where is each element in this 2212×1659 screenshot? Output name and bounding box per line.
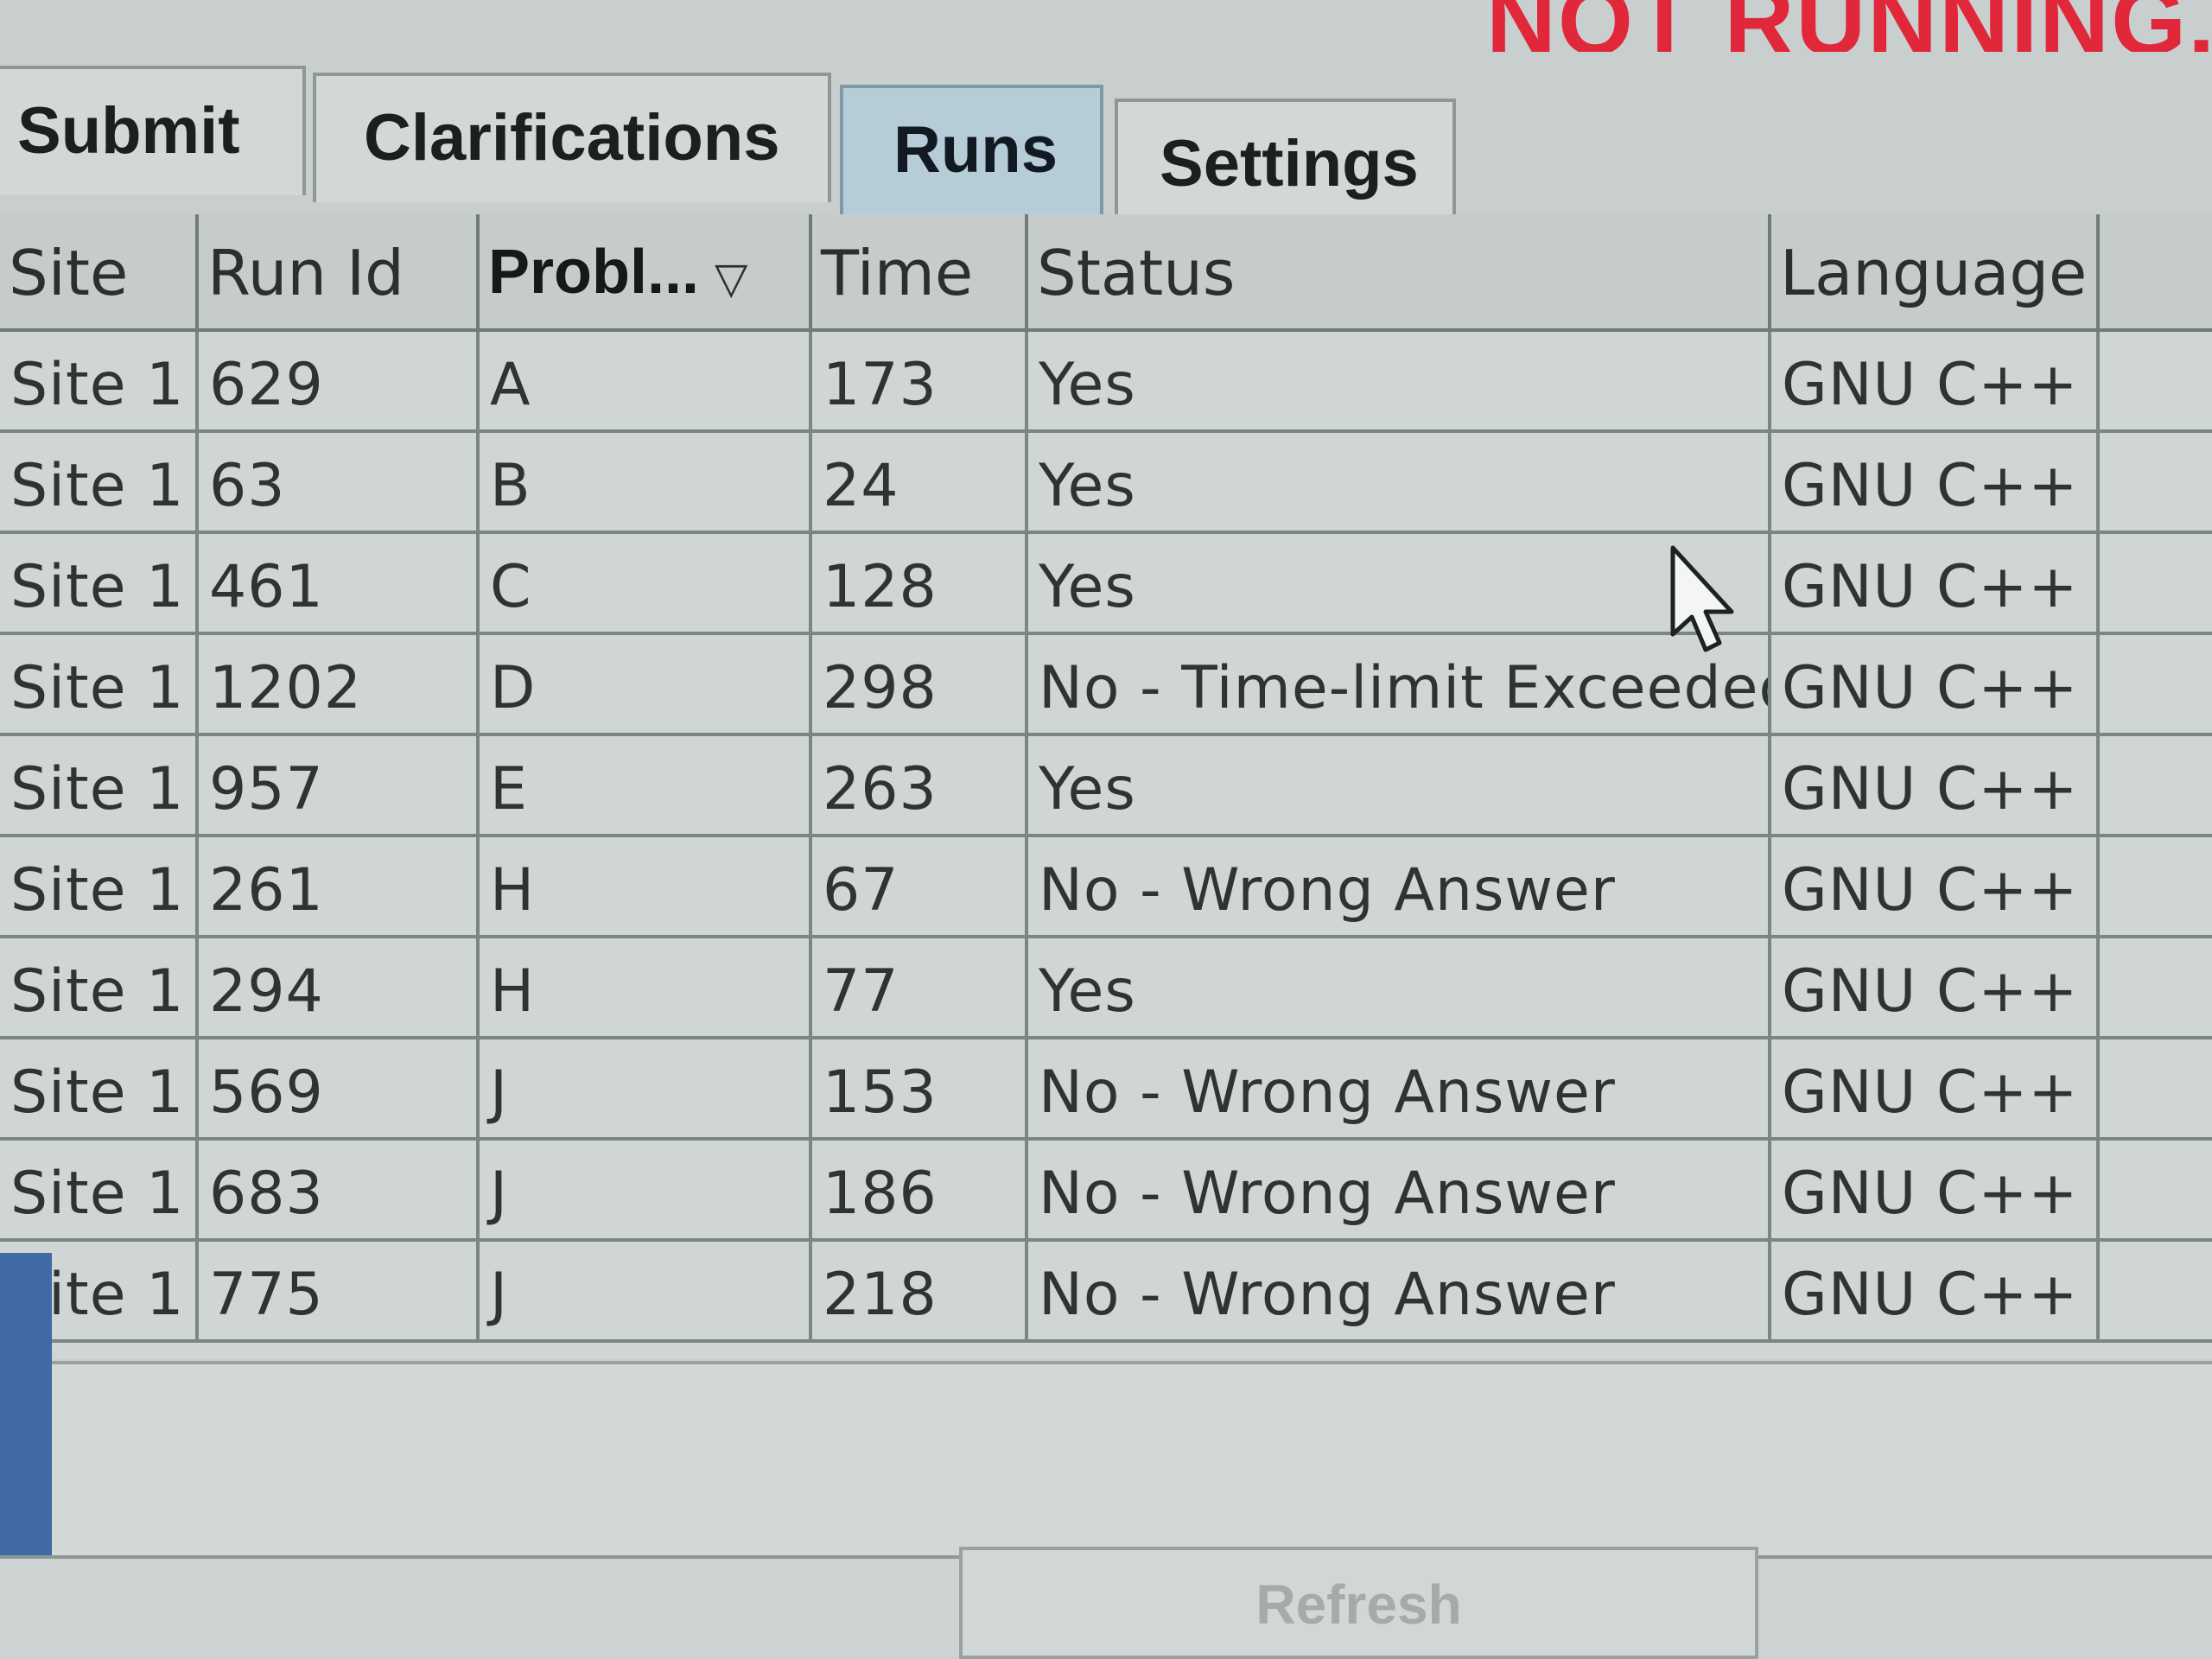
cell-site: Site 1 [0,1141,199,1238]
cell-language: GNU C++ [1771,837,2100,935]
table-row[interactable]: Site 1 261 H 67 No - Wrong Answer GNU C++ [0,837,2212,938]
cell-language: GNU C++ [1771,1141,2100,1238]
cell-site: Site 1 [0,635,199,733]
column-header-site[interactable]: Site [0,214,199,328]
table-row[interactable]: Site 1 569 J 153 No - Wrong Answer GNU C++ [0,1039,2212,1141]
cell-status: Yes [1028,938,1771,1036]
runs-table: Site Run Id Probl... ▽ Time Status Langua… [0,214,2212,1359]
cell-time: 24 [812,433,1028,531]
cell-status: Yes [1028,332,1771,429]
cell-status: No - Wrong Answer [1028,1141,1771,1238]
cell-problem: C [480,534,812,632]
table-row[interactable]: Site 1 957 E 263 Yes GNU C++ [0,736,2212,837]
cell-run-id: 294 [199,938,480,1036]
cell-status: Yes [1028,736,1771,834]
cell-site: Site 1 [0,534,199,632]
cell-extra [2100,1141,2212,1238]
cell-extra [2100,1039,2212,1137]
cell-run-id: 629 [199,332,480,429]
cell-run-id: 63 [199,433,480,531]
cell-time: 153 [812,1039,1028,1137]
cell-extra [2100,938,2212,1036]
cell-problem: J [480,1039,812,1137]
cell-time: 186 [812,1141,1028,1238]
cell-site: Site 1 [0,837,199,935]
cell-problem: J [480,1242,812,1339]
cell-run-id: 775 [199,1242,480,1339]
table-row[interactable]: Site 1 63 B 24 Yes GNU C++ [0,433,2212,534]
cell-status: No - Wrong Answer [1028,1242,1771,1339]
cell-language: GNU C++ [1771,433,2100,531]
cell-time: 128 [812,534,1028,632]
cell-language: GNU C++ [1771,1039,2100,1137]
table-row[interactable]: Site 1 461 C 128 Yes GNU C++ [0,534,2212,635]
cell-problem: H [480,837,812,935]
table-empty-area [52,1361,2212,1560]
table-row[interactable]: Site 1 629 A 173 Yes GNU C++ [0,332,2212,433]
cell-run-id: 1202 [199,635,480,733]
tab-runs[interactable]: Runs [840,85,1103,227]
tab-strip: Submit Clarifications Runs Settings [0,60,2212,254]
column-header-run-id[interactable]: Run Id [199,214,480,328]
cell-time: 263 [812,736,1028,834]
cell-problem: H [480,938,812,1036]
refresh-button[interactable]: Refresh [959,1547,1758,1659]
tab-submit[interactable]: Submit [0,66,306,195]
cell-language: GNU C++ [1771,332,2100,429]
table-row[interactable]: Site 1 683 J 186 No - Wrong Answer GNU C++ [0,1141,2212,1242]
table-body: Site 1 629 A 173 Yes GNU C++ Site 1 63 B 24 Yes GNU… [0,332,2212,1343]
cell-status: No - Wrong Answer [1028,1039,1771,1137]
cell-time: 218 [812,1242,1028,1339]
column-header-problem[interactable]: Probl... ▽ [480,214,812,328]
cell-language: GNU C++ [1771,534,2100,632]
cell-status: Yes [1028,534,1771,632]
table-row[interactable]: Site 1 294 H 77 Yes GNU C++ [0,938,2212,1039]
cell-language: GNU C++ [1771,736,2100,834]
cell-run-id: 261 [199,837,480,935]
cell-time: 298 [812,635,1028,733]
cell-problem: J [480,1141,812,1238]
contest-status-banner: NOT RUNNING. [1486,0,2212,52]
cell-extra [2100,1242,2212,1339]
cell-site: Site 1 [0,332,199,429]
cell-extra [2100,433,2212,531]
cell-status: No - Wrong Answer [1028,837,1771,935]
column-header-time[interactable]: Time [812,214,1028,328]
cell-status: Yes [1028,433,1771,531]
table-row[interactable]: Site 1 1202 D 298 No - Time-limit Exceeded GN… [0,635,2212,736]
table-row[interactable]: Site 1 775 J 218 No - Wrong Answer GNU C++ [0,1242,2212,1343]
cell-run-id: 683 [199,1141,480,1238]
cell-language: GNU C++ [1771,635,2100,733]
column-header-extra[interactable] [2100,214,2212,328]
cell-extra [2100,635,2212,733]
cell-run-id: 461 [199,534,480,632]
cell-site: Site 1 [0,938,199,1036]
column-header-language[interactable]: Language [1771,214,2100,328]
cell-site: Site 1 [0,1039,199,1137]
mouse-cursor-icon [1670,545,1734,652]
cell-problem: A [480,332,812,429]
cell-run-id: 569 [199,1039,480,1137]
sort-descending-icon: ▽ [715,254,748,302]
cell-time: 77 [812,938,1028,1036]
cell-time: 67 [812,837,1028,935]
cell-extra [2100,837,2212,935]
cell-problem: E [480,736,812,834]
cell-language: GNU C++ [1771,938,2100,1036]
column-header-status[interactable]: Status [1028,214,1771,328]
cell-extra [2100,534,2212,632]
cell-site: Site 1 [0,736,199,834]
cell-site: Site 1 [0,433,199,531]
column-header-problem-label: Probl... [488,238,700,307]
cell-extra [2100,332,2212,429]
cell-problem: D [480,635,812,733]
table-header: Site Run Id Probl... ▽ Time Status Langua… [0,214,2212,332]
cell-status: No - Time-limit Exceeded [1028,635,1771,733]
cell-language: GNU C++ [1771,1242,2100,1339]
tab-clarifications[interactable]: Clarifications [313,73,831,202]
cell-run-id: 957 [199,736,480,834]
cell-time: 173 [812,332,1028,429]
cell-problem: B [480,433,812,531]
cell-extra [2100,736,2212,834]
